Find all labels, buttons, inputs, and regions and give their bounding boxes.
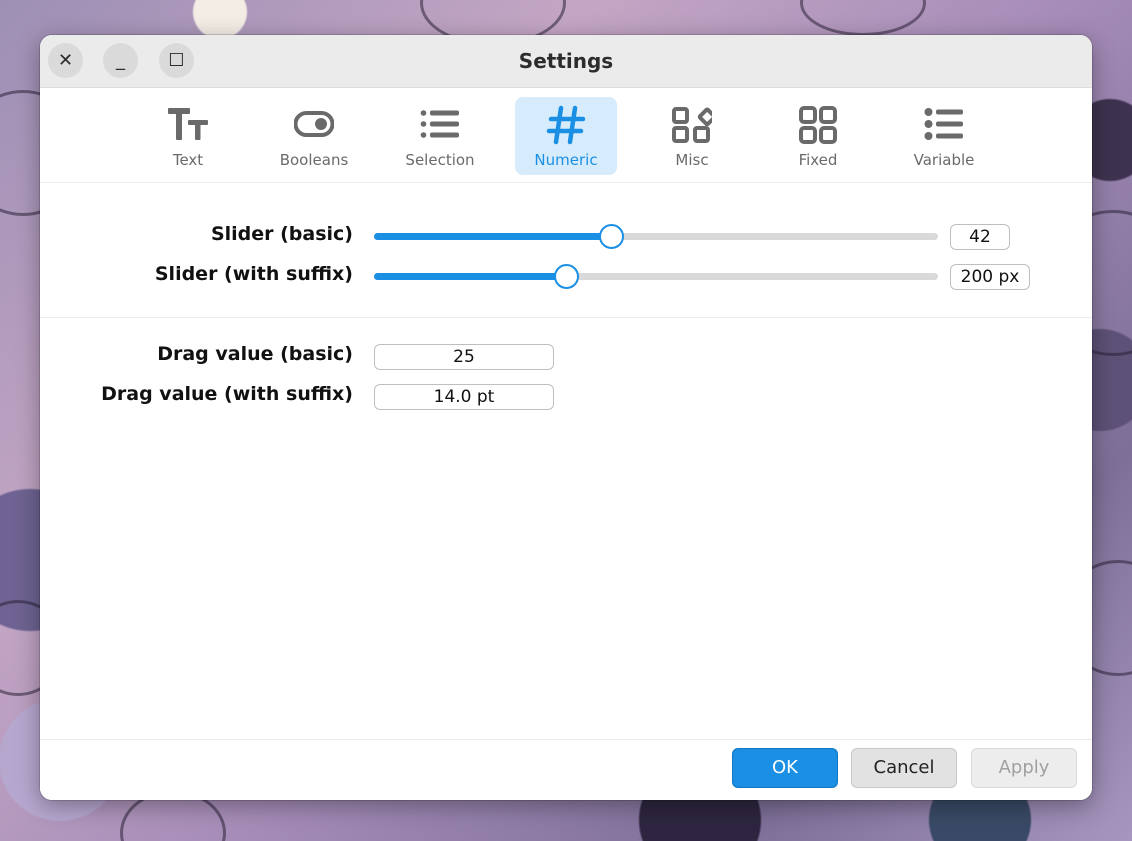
tab-numeric[interactable]: Numeric [515, 97, 617, 175]
close-button[interactable]: ✕ [48, 43, 83, 78]
shapes-icon [672, 107, 712, 143]
window-title: Settings [518, 49, 614, 73]
slider-with-suffix[interactable] [374, 264, 938, 289]
slider-suffix-label: Slider (with suffix) [154, 263, 353, 285]
settings-window: Settings ✕ _ ☐ Text Booleans Selection N… [40, 35, 1092, 800]
drag-value-basic[interactable]: 25 [374, 344, 554, 370]
slider-fill [374, 273, 566, 280]
slider-thumb[interactable] [553, 264, 579, 289]
tab-label: Text [172, 151, 204, 169]
apply-button[interactable]: Apply [971, 748, 1077, 788]
slider-basic-value[interactable]: 42 [950, 224, 1010, 250]
dialog-footer: OK Cancel Apply [40, 739, 1092, 800]
minimize-icon: _ [116, 50, 125, 71]
tab-fixed[interactable]: Fixed [767, 97, 869, 175]
bullet-list-icon [924, 108, 963, 140]
close-icon: ✕ [57, 50, 74, 71]
text-icon [168, 108, 208, 140]
slider-basic[interactable] [374, 224, 938, 249]
slider-thumb[interactable] [598, 224, 624, 249]
drag-value-section: Drag value (basic) 25 Drag value (with s… [40, 318, 1092, 738]
category-tab-bar: Text Booleans Selection Numeric Misc Fix… [40, 88, 1092, 183]
tab-booleans[interactable]: Booleans [263, 97, 365, 175]
hash-icon [546, 105, 586, 145]
maximize-button[interactable]: ☐ [159, 43, 194, 78]
drag-suffix-label: Drag value (with suffix) [101, 383, 353, 405]
tab-label: Numeric [534, 151, 598, 169]
tab-variable[interactable]: Variable [893, 97, 995, 175]
toggle-icon [294, 111, 334, 137]
ok-button[interactable]: OK [732, 748, 838, 788]
tab-label: Variable [913, 151, 975, 169]
drag-value-with-suffix[interactable]: 14.0 pt [374, 384, 554, 410]
maximize-icon: ☐ [168, 50, 185, 71]
tab-label: Misc [675, 151, 709, 169]
tab-label: Selection [405, 151, 475, 169]
slider-suffix-value[interactable]: 200 px [950, 264, 1030, 290]
tab-label: Fixed [798, 151, 838, 169]
slider-basic-label: Slider (basic) [210, 223, 353, 245]
tab-selection[interactable]: Selection [389, 97, 491, 175]
tab-text[interactable]: Text [137, 97, 239, 175]
cancel-button[interactable]: Cancel [851, 748, 957, 788]
grid-icon [799, 106, 837, 144]
slider-fill [374, 233, 611, 240]
title-bar: Settings ✕ _ ☐ [40, 35, 1092, 88]
slider-section: Slider (basic) 42 Slider (with suffix) 2… [40, 183, 1092, 318]
tab-label: Booleans [279, 151, 349, 169]
tab-misc[interactable]: Misc [641, 97, 743, 175]
drag-basic-label: Drag value (basic) [157, 343, 353, 365]
list-icon [420, 110, 459, 138]
minimize-button[interactable]: _ [103, 43, 138, 78]
